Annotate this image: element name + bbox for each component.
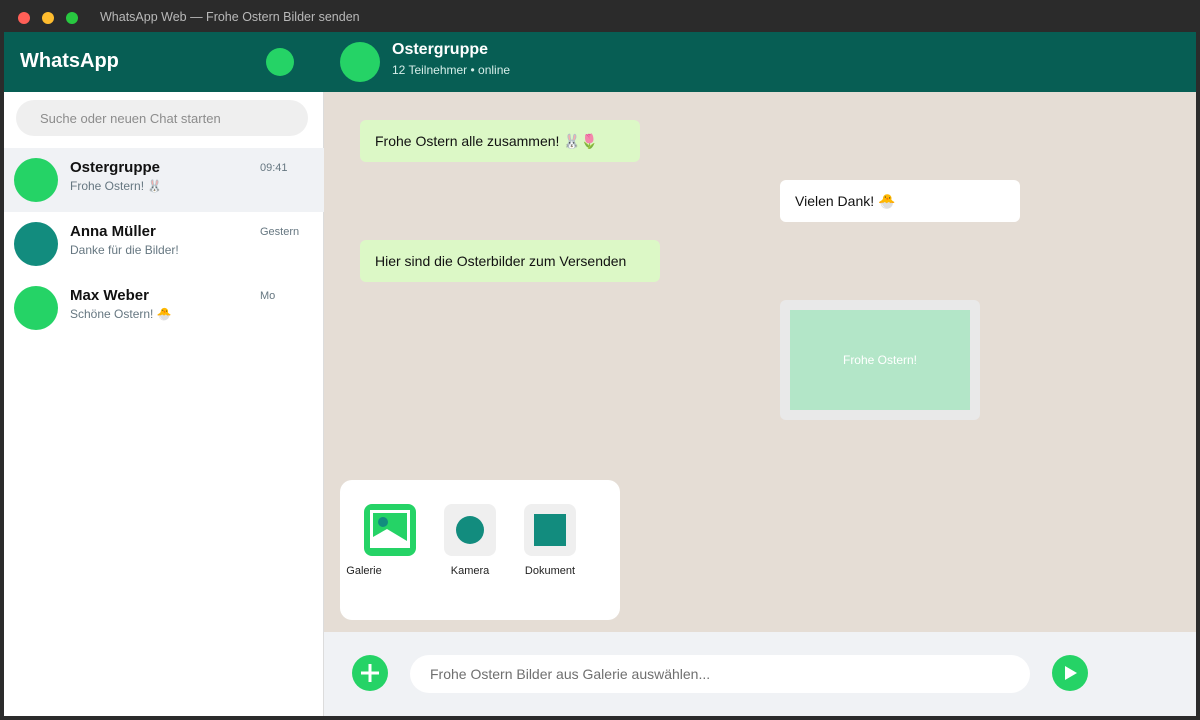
chat-preview: Frohe Ostern! 🐰 (70, 179, 163, 193)
chat-header: Ostergruppe 12 Teilnehmer • online (324, 32, 1196, 92)
easter-image-thumbnail: Frohe Ostern! (790, 310, 970, 410)
message-bubble-outgoing: Vielen Dank! 🐣 (780, 180, 1020, 222)
chat-name: Anna Müller (70, 223, 156, 240)
gallery-icon (364, 504, 416, 556)
send-button[interactable] (1052, 655, 1088, 691)
chat-time: Gestern (260, 226, 300, 238)
attachment-menu: Galerie Kamera Dokument (340, 480, 620, 620)
message-input[interactable] (410, 655, 1030, 693)
attach-option-document[interactable]: Dokument (500, 504, 580, 584)
chat-preview: Schöne Ostern! 🐣 (70, 307, 172, 321)
plus-icon (361, 664, 379, 682)
attach-option-camera[interactable]: Kamera (420, 504, 500, 584)
profile-avatar[interactable] (266, 48, 294, 76)
minimize-window-button[interactable] (42, 12, 54, 24)
avatar (14, 222, 58, 266)
composer-bar (324, 632, 1196, 716)
attach-option-label: Kamera (450, 565, 490, 577)
window-title: WhatsApp Web — Frohe Ostern Bilder sende… (100, 10, 360, 24)
camera-icon (444, 504, 496, 556)
chat-time: 09:41 (260, 162, 288, 174)
sidebar-header: WhatsApp (4, 32, 324, 92)
chat-list-item-anna-mueller[interactable]: Anna Müller Gestern Danke für die Bilder… (4, 212, 324, 276)
image-caption: Frohe Ostern! (842, 353, 918, 367)
attach-option-label: Dokument (524, 565, 576, 577)
send-icon (1065, 666, 1077, 680)
chat-list-item-ostergruppe[interactable]: Ostergruppe 09:41 Frohe Ostern! 🐰 (4, 148, 324, 212)
attach-option-label: Galerie (346, 565, 382, 577)
message-bubble-incoming: Frohe Ostern alle zusammen! 🐰🌷 (360, 120, 640, 162)
sidebar: WhatsApp Ostergruppe 09:41 Frohe Ostern!… (4, 32, 324, 716)
title-bar: WhatsApp Web — Frohe Ostern Bilder sende… (0, 0, 1200, 32)
chat-name: Max Weber (70, 287, 149, 304)
image-message[interactable]: Frohe Ostern! (780, 300, 980, 420)
chat-list-item-max-weber[interactable]: Max Weber Mo Schöne Ostern! 🐣 (4, 276, 324, 340)
close-window-button[interactable] (18, 12, 30, 24)
document-icon (524, 504, 576, 556)
maximize-window-button[interactable] (66, 12, 78, 24)
attach-option-gallery[interactable]: Galerie (340, 504, 420, 584)
chat-title: Ostergruppe (392, 41, 489, 58)
chat-time: Mo (260, 290, 276, 302)
whatsapp-app: WhatsApp Ostergruppe 09:41 Frohe Ostern!… (4, 32, 1196, 716)
app-name: WhatsApp (20, 50, 119, 72)
avatar (14, 286, 58, 330)
message-bubble-incoming: Hier sind die Osterbilder zum Versenden (360, 240, 660, 282)
attach-button[interactable] (352, 655, 388, 691)
app-window: WhatsApp Web — Frohe Ostern Bilder sende… (0, 0, 1200, 720)
chat-status: 12 Teilnehmer • online (392, 63, 511, 77)
chat-preview: Danke für die Bilder! (70, 243, 179, 257)
avatar (14, 158, 58, 202)
chat-name: Ostergruppe (70, 159, 161, 176)
search-input[interactable] (16, 100, 308, 136)
group-avatar[interactable] (340, 42, 380, 82)
